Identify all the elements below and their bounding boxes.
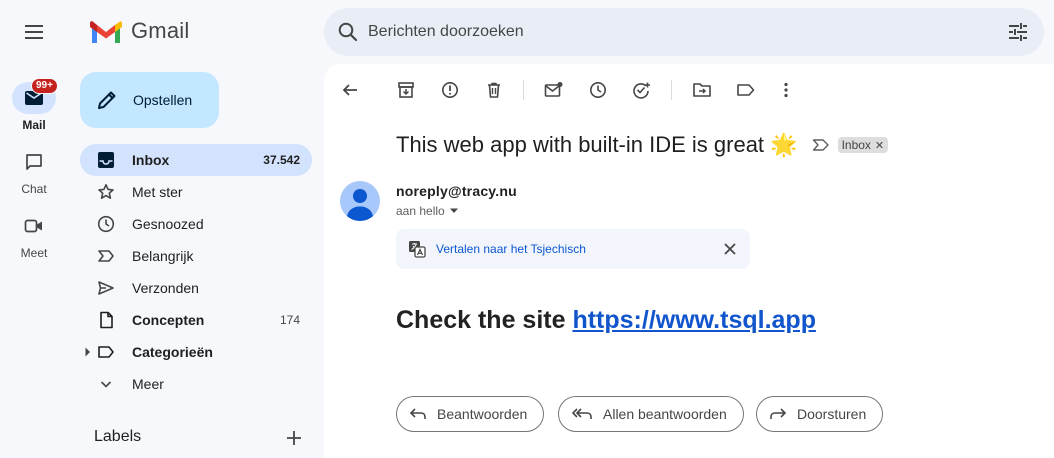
- pencil-icon: [98, 91, 116, 109]
- nav-label: Verzonden: [132, 280, 199, 296]
- rail-meet-pill: [12, 210, 56, 242]
- mark-unread-icon[interactable]: [540, 76, 568, 104]
- app-rail: 99+ Mail Chat Meet: [0, 0, 68, 458]
- reply-all-icon: [571, 408, 592, 419]
- nav-item-more[interactable]: Meer: [80, 368, 312, 400]
- recipient-label: aan hello: [396, 204, 445, 218]
- search-options-icon[interactable]: [1006, 20, 1030, 44]
- nav-item-snoozed[interactable]: Gesnoozed: [80, 208, 312, 240]
- forward-icon: [770, 408, 787, 419]
- toolbar-divider: [523, 80, 524, 100]
- importance-marker-icon[interactable]: [812, 138, 830, 152]
- nav-label: Inbox: [132, 152, 170, 168]
- sender-email[interactable]: noreply@tracy.nu: [396, 183, 517, 199]
- caret-down-icon: [449, 208, 458, 213]
- nav-item-categories[interactable]: Categorieën: [80, 336, 312, 368]
- clock-icon: [96, 214, 116, 234]
- avatar[interactable]: [340, 181, 380, 221]
- send-icon: [96, 278, 116, 298]
- translate-link[interactable]: Vertalen naar het Tsjechisch: [436, 242, 586, 256]
- nav-item-starred[interactable]: Met ster: [80, 176, 312, 208]
- archive-icon[interactable]: [392, 76, 420, 104]
- reply-label: Beantwoorden: [437, 406, 528, 422]
- search-icon[interactable]: [336, 20, 360, 44]
- nav-label: Met ster: [132, 184, 183, 200]
- gmail-wordmark: Gmail: [131, 18, 190, 43]
- rail-chat-label: Chat: [21, 182, 47, 196]
- add-label-icon[interactable]: [284, 428, 304, 448]
- reply-icon: [409, 408, 426, 419]
- toolbar-divider: [671, 80, 672, 100]
- nav-item-inbox[interactable]: Inbox 37.542: [80, 144, 312, 176]
- nav-label: Belangrijk: [132, 248, 194, 264]
- move-to-icon[interactable]: [688, 76, 716, 104]
- nav-item-important[interactable]: Belangrijk: [80, 240, 312, 272]
- delete-icon[interactable]: [480, 76, 508, 104]
- inbox-chip[interactable]: Inbox ✕: [837, 137, 889, 153]
- nav-label: Concepten: [132, 312, 205, 328]
- body-text: Check the site: [396, 306, 573, 334]
- translate-bar: Vertalen naar het Tsjechisch: [396, 229, 750, 269]
- message-subject: This web app with built-in IDE is great …: [396, 132, 798, 157]
- nav-item-drafts[interactable]: Concepten 174: [80, 304, 312, 336]
- message-pane: This web app with built-in IDE is great …: [324, 64, 1054, 458]
- remove-label-icon[interactable]: ✕: [875, 139, 884, 152]
- reply-all-label: Allen beantwoorden: [603, 406, 727, 422]
- folder-nav: Inbox 37.542 Met ster Gesnoozed Belangri…: [80, 144, 312, 400]
- snooze-icon[interactable]: [584, 76, 612, 104]
- rail-chat[interactable]: Chat: [0, 146, 68, 196]
- expand-arrow-icon[interactable]: [85, 347, 91, 357]
- inbox-chip-label: Inbox: [841, 138, 871, 152]
- forward-button[interactable]: Doorsturen: [756, 396, 884, 432]
- rail-meet-label: Meet: [20, 246, 48, 260]
- back-icon[interactable]: [336, 76, 364, 104]
- inbox-icon: [96, 150, 116, 170]
- search-bar: [324, 8, 1044, 56]
- gmail-m-icon: [90, 21, 122, 43]
- chevron-down-icon: [96, 374, 116, 394]
- rail-mail-label: Mail: [22, 118, 46, 132]
- nav-count: 174: [279, 313, 300, 327]
- compose-button[interactable]: Opstellen: [80, 72, 219, 128]
- label-as-icon[interactable]: [732, 76, 760, 104]
- nav-label: Gesnoozed: [132, 216, 204, 232]
- nav-label: Meer: [132, 376, 164, 392]
- reply-all-button[interactable]: Allen beantwoorden: [558, 396, 744, 432]
- gmail-logo[interactable]: Gmail: [90, 18, 189, 44]
- body-link[interactable]: https://www.tsql.app: [572, 306, 816, 334]
- unread-badge: 99+: [31, 78, 58, 94]
- nav-count: 37.542: [263, 153, 300, 167]
- nav-label: Categorieën: [132, 344, 213, 360]
- hamburger-menu-icon[interactable]: [14, 12, 54, 52]
- message-subject-row: This web app with built-in IDE is great …: [396, 132, 889, 158]
- add-to-tasks-icon[interactable]: [628, 76, 656, 104]
- compose-label: Opstellen: [133, 92, 193, 108]
- video-icon: [24, 219, 42, 233]
- rail-mail[interactable]: 99+ Mail: [0, 78, 68, 132]
- report-spam-icon[interactable]: [436, 76, 464, 104]
- important-icon: [96, 246, 116, 266]
- nav-item-sent[interactable]: Verzonden: [80, 272, 312, 304]
- labels-heading: Labels: [94, 428, 142, 445]
- chat-icon: [26, 154, 42, 170]
- draft-icon: [96, 310, 116, 330]
- forward-label: Doorsturen: [797, 406, 867, 422]
- rail-chat-pill: [12, 146, 56, 178]
- star-icon: [96, 182, 116, 202]
- more-options-icon[interactable]: [772, 76, 800, 104]
- recipient-line[interactable]: aan hello: [396, 204, 458, 218]
- reply-button[interactable]: Beantwoorden: [396, 396, 545, 432]
- message-body: Check the site https://www.tsql.app: [396, 306, 816, 335]
- close-icon[interactable]: [722, 241, 738, 257]
- rail-mail-pill: 99+: [12, 78, 58, 114]
- label-icon: [96, 342, 116, 362]
- search-input[interactable]: [368, 8, 968, 56]
- translate-icon: [409, 241, 426, 258]
- rail-meet[interactable]: Meet: [0, 210, 68, 260]
